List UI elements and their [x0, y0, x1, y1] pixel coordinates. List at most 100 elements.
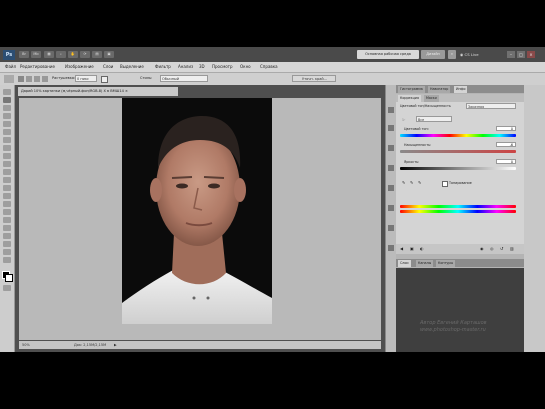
maximize-button[interactable]: □ — [517, 51, 525, 58]
cs-live-button[interactable]: ◉ CS Live — [460, 50, 500, 59]
tab-navigator[interactable]: Навигатор — [428, 86, 451, 93]
preset-dropdown[interactable]: Заказная — [466, 103, 516, 109]
blur-tool-icon[interactable] — [3, 185, 11, 191]
menu-3d[interactable]: 3D — [199, 63, 205, 71]
tab-channels[interactable]: Каналы — [416, 260, 434, 267]
document-canvas[interactable] — [19, 98, 381, 340]
trash-icon[interactable]: ▥ — [510, 246, 514, 251]
eraser-tool-icon[interactable] — [3, 169, 11, 175]
clone-stamp-tool-icon[interactable] — [3, 153, 11, 159]
brush-tool-icon[interactable] — [3, 145, 11, 151]
menu-filter[interactable]: Фильтр — [155, 63, 171, 71]
menu-image[interactable]: Изображение — [65, 63, 94, 71]
return-to-list-icon[interactable]: ◀ — [400, 246, 403, 251]
healing-brush-tool-icon[interactable] — [3, 137, 11, 143]
clone-source-panel-icon[interactable] — [388, 165, 394, 171]
menu-view[interactable]: Просмотр — [212, 63, 233, 71]
selection-mode-icons[interactable] — [18, 75, 48, 83]
cs-live-label: CS Live — [464, 52, 479, 57]
anti-alias-checkbox[interactable] — [101, 76, 108, 83]
saturation-value[interactable]: -6 — [496, 142, 516, 147]
document-tab-title: Дарий 10% картинки (м,чёрный-фон/RGB-8) … — [21, 89, 124, 93]
eyedropper-icon[interactable]: ✎ — [402, 180, 405, 185]
menu-window[interactable]: Окно — [240, 63, 251, 71]
pen-tool-icon[interactable] — [3, 201, 11, 207]
tab-layers[interactable]: Слои — [398, 260, 411, 267]
saturation-slider[interactable] — [400, 150, 516, 153]
hand-tool-icon[interactable] — [3, 249, 11, 255]
hand-adjust-icon[interactable]: ☞ — [402, 117, 406, 122]
colorize-checkbox[interactable] — [442, 181, 448, 187]
eyedropper-tool-icon[interactable] — [3, 129, 11, 135]
expanded-view-icon[interactable]: ▣ — [410, 246, 414, 251]
view-previous-icon[interactable]: ◎ — [490, 246, 494, 251]
gradient-tool-icon[interactable] — [3, 177, 11, 183]
reset-icon[interactable]: ↺ — [500, 246, 503, 251]
rotate-view-button[interactable]: ⟳ — [80, 51, 90, 58]
quick-select-tool-icon[interactable] — [3, 113, 11, 119]
zoom-tool-icon[interactable] — [3, 257, 11, 263]
hue-label: Цветовой тон: — [404, 127, 429, 131]
menu-help[interactable]: Справка — [260, 63, 278, 71]
dodge-tool-icon[interactable] — [3, 193, 11, 199]
status-menu-arrow-icon[interactable]: ▶ — [114, 341, 117, 349]
clip-to-layer-icon[interactable]: ◐ — [420, 246, 424, 251]
tab-paths[interactable]: Контуры — [436, 260, 456, 267]
hue-slider[interactable] — [400, 134, 516, 137]
eyedropper-plus-icon[interactable]: ✎ — [410, 180, 413, 185]
hand-tool-button[interactable]: ✋ — [68, 51, 78, 58]
menu-select[interactable]: Выделение — [120, 63, 144, 71]
workspace-more-button[interactable]: » — [448, 50, 456, 59]
arrange-documents-button[interactable]: ▤ — [92, 51, 102, 58]
tab-masks[interactable]: Маски — [424, 95, 439, 102]
actions-panel-icon[interactable] — [388, 125, 394, 131]
styles-panel-icon[interactable] — [388, 205, 394, 211]
eyedropper-minus-icon[interactable]: ✎ — [418, 180, 421, 185]
quick-mask-icon[interactable] — [3, 285, 11, 291]
lightness-value[interactable]: 0 — [496, 159, 516, 164]
screen-mode-button[interactable]: ▣ — [104, 51, 114, 58]
tab-adjustments[interactable]: Коррекция — [398, 95, 421, 102]
minimize-button[interactable]: – — [507, 51, 515, 58]
paragraph-panel-icon[interactable] — [388, 245, 394, 251]
hue-value[interactable]: 0 — [496, 126, 516, 131]
feather-input[interactable]: 0 пикс — [75, 75, 97, 82]
3d-orbit-tool-icon[interactable] — [3, 241, 11, 247]
menu-edit[interactable]: Редактирование — [20, 63, 55, 71]
crop-tool-icon[interactable] — [3, 121, 11, 127]
menu-file[interactable]: Файл — [5, 63, 16, 71]
close-button[interactable]: × — [527, 51, 535, 58]
zoom-level-dropdown[interactable]: ⌕ — [56, 51, 66, 58]
marquee-tool-preset-icon[interactable] — [4, 75, 14, 83]
history-brush-tool-icon[interactable] — [3, 161, 11, 167]
view-extras-button[interactable]: ▦ — [44, 51, 54, 58]
bridge-button[interactable]: Br — [19, 51, 29, 58]
shape-tool-icon[interactable] — [3, 225, 11, 231]
channel-dropdown[interactable]: Все — [416, 116, 452, 122]
3d-rotate-tool-icon[interactable] — [3, 233, 11, 239]
tab-info[interactable]: Инфо — [454, 86, 468, 93]
path-select-tool-icon[interactable] — [3, 217, 11, 223]
visibility-eye-icon[interactable]: ◉ — [480, 246, 484, 251]
style-dropdown[interactable]: Обычный — [160, 75, 208, 82]
brush-panel-icon[interactable] — [388, 145, 394, 151]
character-panel-icon[interactable] — [388, 225, 394, 231]
mini-bridge-button[interactable]: Mb — [31, 51, 41, 58]
swatches-panel-icon[interactable] — [388, 185, 394, 191]
refine-edge-button[interactable]: Уточн. край... — [292, 75, 336, 82]
history-panel-icon[interactable] — [388, 107, 394, 113]
document-tab[interactable]: Дарий 10% картинки (м,чёрный-фон/RGB-8) … — [18, 87, 178, 96]
background-color-swatch[interactable] — [5, 274, 13, 282]
menu-layers[interactable]: Слои — [103, 63, 113, 71]
zoom-level[interactable]: 50% — [22, 341, 30, 349]
tab-histogram[interactable]: Гистограмма — [398, 86, 425, 93]
move-tool-icon[interactable] — [3, 89, 11, 95]
type-tool-icon[interactable] — [3, 209, 11, 215]
marquee-tool-icon[interactable] — [3, 97, 11, 103]
workspace-essentials-button[interactable]: Основная рабочая среда — [357, 50, 419, 59]
menu-analysis[interactable]: Анализ — [178, 63, 193, 71]
lasso-tool-icon[interactable] — [3, 105, 11, 111]
close-tab-icon[interactable]: × — [125, 89, 128, 93]
workspace-design-button[interactable]: Дизайн — [421, 50, 445, 59]
lightness-slider[interactable] — [400, 167, 516, 170]
